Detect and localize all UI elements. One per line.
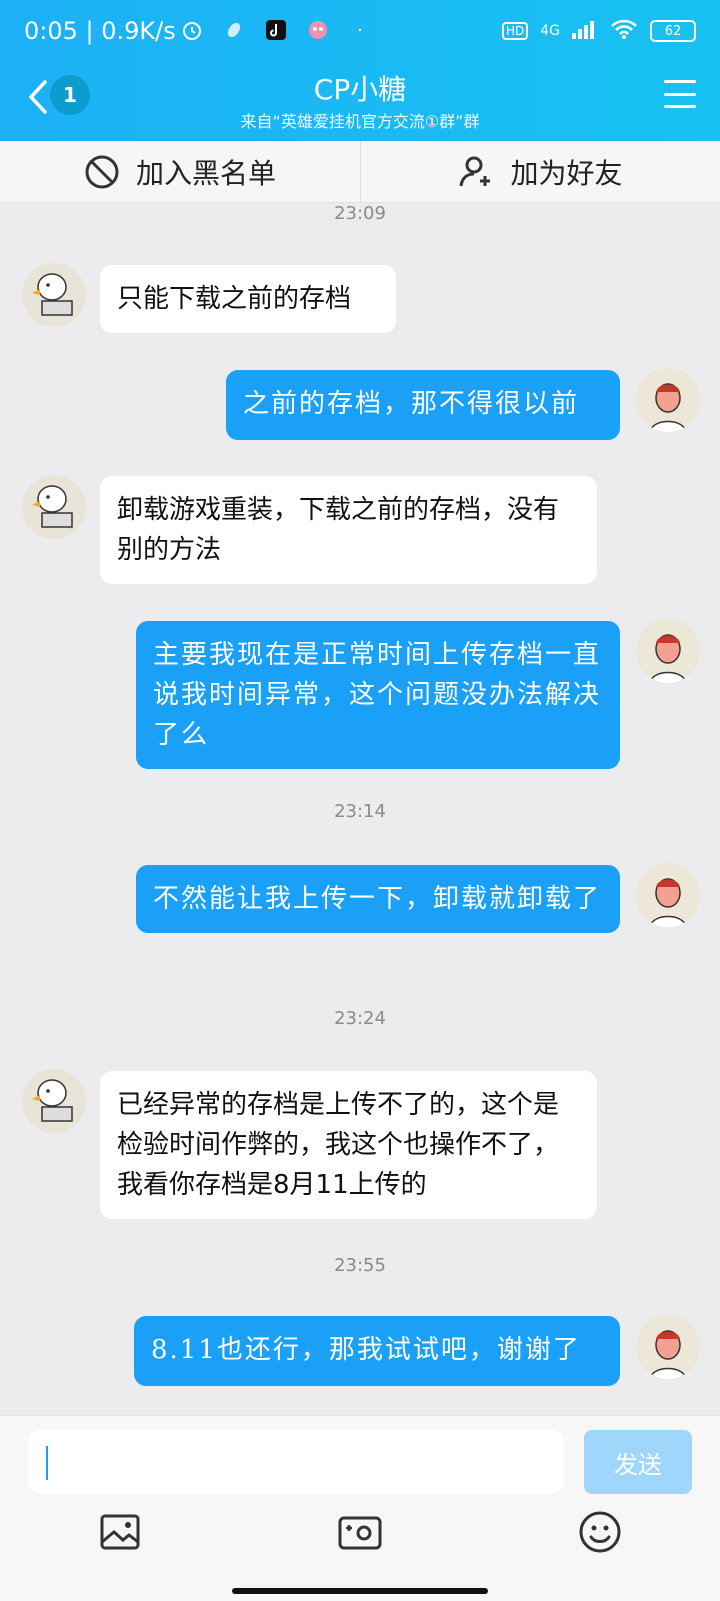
avatar[interactable] (22, 475, 86, 539)
timestamp: 23:14 (334, 801, 386, 822)
chat-subtitle: 来自“英雄爱挂机官方交流①群”群 (240, 112, 480, 131)
message-bubble-incoming[interactable]: 已经异常的存档是上传不了的，这个是检验时间作弊的，我这个也操作不了，我看你存档是… (100, 1071, 597, 1219)
tiktok-icon (264, 18, 288, 42)
message-input[interactable] (28, 1430, 564, 1494)
battery-indicator: 62 (650, 20, 696, 42)
timestamp: 23:55 (334, 1255, 386, 1276)
timestamp: 23:24 (334, 1008, 386, 1029)
home-indicator (232, 1588, 488, 1594)
input-toolbar (0, 1508, 720, 1568)
menu-button[interactable] (664, 80, 696, 108)
chat-title: CP小糖 (313, 73, 407, 106)
avatar[interactable] (636, 1315, 700, 1379)
image-icon (100, 1514, 140, 1550)
status-bar: 0:05 | 0.9K/s · HD 4G 62 (0, 0, 720, 64)
alarm-icon (180, 18, 204, 42)
menu-icon (664, 80, 696, 83)
emoji-icon (579, 1511, 621, 1553)
status-system-icons: HD 4G 62 (501, 18, 696, 44)
game-app-icon (306, 18, 330, 42)
add-friend-button[interactable]: 加为好友 (360, 141, 720, 203)
avatar[interactable] (636, 368, 700, 432)
add-friend-icon (459, 156, 491, 187)
avatar[interactable] (636, 863, 700, 927)
person-avatar-icon (649, 634, 687, 683)
text-cursor (46, 1446, 48, 1480)
avatar[interactable] (636, 619, 700, 683)
add-friend-label: 加为好友 (510, 157, 623, 190)
network-type: 4G (540, 23, 560, 39)
hd-icon: HD (501, 22, 529, 40)
wifi-icon (610, 18, 638, 44)
duck-avatar-icon (32, 485, 73, 528)
menu-icon (664, 92, 696, 96)
signal-icon (572, 19, 598, 43)
avatar[interactable] (22, 1069, 86, 1133)
duck-avatar-icon (32, 1079, 73, 1122)
block-label: 加入黑名单 (135, 157, 276, 190)
chat-header: 0:05 | 0.9K/s · HD 4G 62 1 CP小糖 来自“英雄爱挂机… (0, 0, 720, 141)
message-list[interactable]: 23:09 只能下载之前的存档 之前的存档，那不得很以前 卸载游戏重装，下载之前… (0, 203, 720, 1415)
avatar[interactable] (22, 263, 86, 327)
person-avatar-icon (649, 383, 687, 432)
person-avatar-icon (649, 1330, 687, 1379)
message-bubble-outgoing[interactable]: 8.11也还行，那我试试吧，谢谢了 (134, 1316, 620, 1386)
feather-icon (222, 18, 246, 42)
status-time: 0:05 | 0.9K/s (24, 17, 176, 45)
status-notification-icons: · (180, 18, 372, 42)
message-bubble-outgoing[interactable]: 不然能让我上传一下，卸载就卸载了 (136, 865, 620, 933)
message-bubble-incoming[interactable]: 卸载游戏重装，下载之前的存档，没有别的方法 (100, 476, 597, 584)
menu-icon (664, 105, 696, 108)
emoji-button[interactable] (576, 1508, 624, 1556)
person-avatar-icon (649, 878, 687, 927)
action-bar: 加入黑名单 加为好友 (0, 141, 720, 203)
block-icon (85, 155, 119, 189)
block-button[interactable]: 加入黑名单 (0, 141, 360, 203)
message-bubble-incoming[interactable]: 只能下载之前的存档 (100, 265, 396, 333)
message-bubble-outgoing[interactable]: 之前的存档，那不得很以前 (226, 370, 620, 440)
message-bubble-outgoing[interactable]: 主要我现在是正常时间上传存档一直说我时间异常，这个问题没办法解决了么 (136, 621, 620, 769)
timestamp: 23:09 (334, 203, 386, 224)
image-button[interactable] (96, 1508, 144, 1556)
duck-avatar-icon (32, 273, 73, 316)
camera-icon (338, 1516, 382, 1550)
dot-icon: · (357, 19, 363, 41)
camera-button[interactable] (336, 1508, 384, 1556)
send-button[interactable]: 发送 (584, 1430, 692, 1494)
input-bar: 发送 (0, 1415, 720, 1601)
